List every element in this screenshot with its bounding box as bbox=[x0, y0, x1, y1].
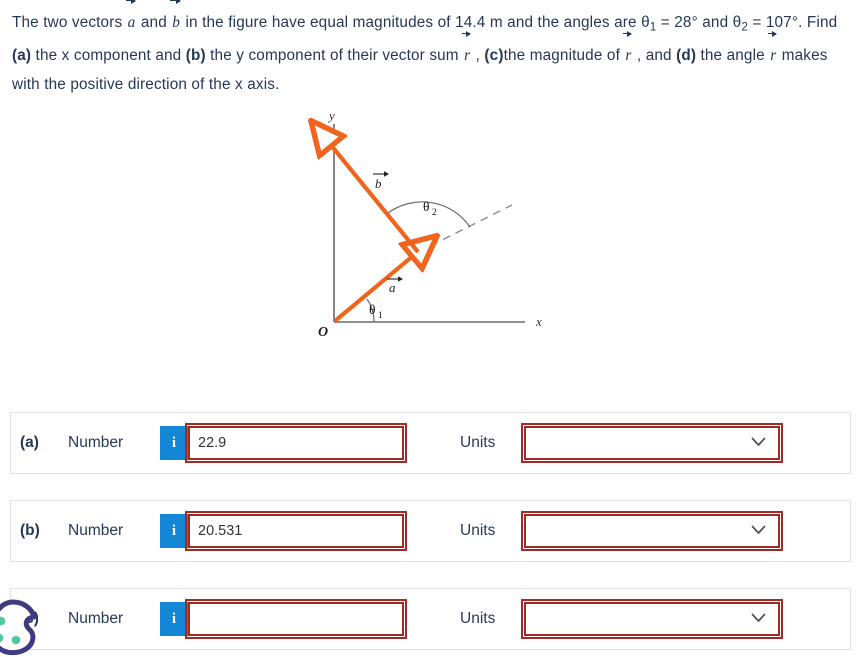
problem-text-4: = bbox=[656, 14, 675, 31]
svg-text:a: a bbox=[389, 280, 396, 295]
vector-diagram-svg: y x O a b θ 1 θ 2 bbox=[300, 108, 542, 340]
part-label-b: (b) bbox=[20, 522, 40, 539]
theta1-symbol: θ bbox=[641, 14, 650, 31]
vector-b-arrow bbox=[330, 144, 420, 254]
problem-text-2: and bbox=[136, 14, 172, 31]
problem-text-9: , bbox=[471, 47, 485, 65]
vector-b-symbol: b bbox=[170, 0, 181, 37]
part-label-a: (a) bbox=[20, 434, 39, 451]
part-a-ref: (a) bbox=[12, 47, 32, 65]
units-select-b[interactable] bbox=[521, 511, 783, 551]
number-label-a: Number bbox=[68, 434, 124, 451]
svg-text:2: 2 bbox=[432, 208, 437, 218]
chevron-down-icon bbox=[751, 610, 766, 628]
problem-text-10: the magnitude of bbox=[503, 47, 625, 65]
chevron-down-icon bbox=[751, 434, 766, 452]
vector-r-symbol-2: r bbox=[623, 30, 633, 70]
units-label-c: Units bbox=[460, 610, 496, 627]
x-axis-label: x bbox=[535, 314, 542, 329]
problem-text-7: the x component and bbox=[31, 47, 186, 65]
problem-text-5: 28° and bbox=[674, 14, 733, 31]
units-select-c[interactable] bbox=[521, 599, 783, 639]
y-axis-label: y bbox=[327, 112, 335, 123]
info-button-a[interactable]: i bbox=[160, 426, 188, 460]
origin-label: O bbox=[318, 325, 328, 340]
cookie-consent-button[interactable] bbox=[0, 596, 44, 657]
part-c-ref: (c) bbox=[484, 47, 504, 65]
angle-theta1-label: θ 1 bbox=[369, 302, 383, 321]
answer-row-c: (c) Number i Units bbox=[10, 588, 851, 650]
problem-page: The two vectors a and b in the figure ha… bbox=[0, 0, 861, 657]
number-label-b: Number bbox=[68, 522, 124, 539]
vector-r-symbol-3: r bbox=[768, 30, 778, 70]
svg-text:b: b bbox=[375, 176, 382, 191]
cookie-icon bbox=[0, 599, 37, 656]
problem-text-8: the y component of their vector sum bbox=[205, 47, 464, 65]
info-button-c[interactable]: i bbox=[160, 602, 188, 636]
answer-row-b: (b) Number i Units bbox=[10, 500, 851, 562]
vector-r-symbol-1: r bbox=[462, 30, 472, 70]
theta2-subscript: 2 bbox=[741, 20, 748, 34]
problem-text-6: = 107°. Find bbox=[747, 14, 838, 31]
svg-text:θ: θ bbox=[369, 302, 375, 317]
number-label-c: Number bbox=[68, 610, 124, 627]
part-d-ref: (d) bbox=[676, 47, 697, 65]
chevron-down-icon bbox=[751, 522, 766, 540]
vector-a-symbol: a bbox=[125, 0, 137, 37]
vector-b-figure-label: b bbox=[373, 171, 389, 191]
number-input-b[interactable] bbox=[185, 511, 407, 551]
problem-text-3: in the figure have equal magnitudes of 1… bbox=[181, 14, 642, 31]
info-button-b[interactable]: i bbox=[160, 514, 188, 548]
problem-text-11: , and bbox=[632, 47, 677, 65]
number-input-c[interactable] bbox=[185, 599, 407, 639]
answer-cards: (a) Number i Units (b) Number i Units bbox=[10, 412, 851, 650]
svg-text:θ: θ bbox=[423, 199, 429, 214]
vector-diagram: y x O a b θ 1 θ 2 bbox=[300, 108, 565, 352]
answer-row-a: (a) Number i Units bbox=[10, 412, 851, 474]
vector-a-figure-label: a bbox=[387, 276, 403, 295]
problem-text-1: The two vectors bbox=[12, 14, 127, 31]
units-label-a: Units bbox=[460, 434, 496, 451]
svg-text:1: 1 bbox=[378, 311, 383, 321]
units-select-a[interactable] bbox=[521, 423, 783, 463]
problem-statement: The two vectors a and b in the figure ha… bbox=[12, 0, 852, 99]
part-b-ref: (b) bbox=[185, 47, 206, 65]
problem-text-12: the angle bbox=[696, 47, 770, 65]
number-input-a[interactable] bbox=[185, 423, 407, 463]
units-label-b: Units bbox=[460, 522, 496, 539]
